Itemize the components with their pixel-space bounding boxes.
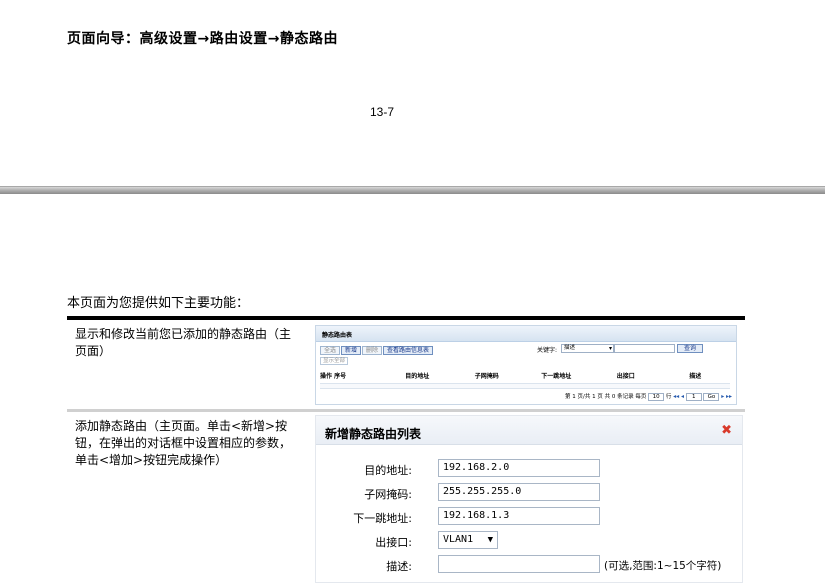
show-all-button[interactable]: 显示全部	[320, 357, 349, 365]
pager-row-label: 行	[665, 394, 672, 400]
last-page-icon[interactable]: ▸▸	[726, 393, 732, 400]
feature-description: 显示和修改当前您已添加的静态路由（主页面）	[75, 327, 292, 358]
out-interface-label: 出接口:	[375, 536, 412, 549]
page-navigation-title: 页面向导：高级设置→路由设置→静态路由	[67, 31, 338, 47]
dialog-title: 新增静态路由列表	[325, 427, 422, 441]
subnet-mask-input[interactable]: 255.255.255.0	[438, 483, 600, 501]
panel-title: 静态路由表	[316, 326, 736, 342]
description-hint: (可选,范围:1~15个字符)	[604, 560, 722, 572]
column-header: 下一跳地址	[541, 373, 572, 380]
destination-input[interactable]: 192.168.2.0	[438, 459, 600, 477]
per-page-input[interactable]: 10	[648, 392, 665, 401]
table-empty-row	[320, 383, 730, 389]
column-header: 目的地址	[405, 373, 430, 380]
column-header: 子网掩码	[474, 373, 499, 380]
keyword-label: 关键字:	[537, 347, 558, 354]
prev-page-icon[interactable]: ◂	[681, 393, 684, 400]
static-route-list-panel: 静态路由表 全选新增删除查看路由信息表 显示全部 关键字: 描述 查询 操作 序…	[315, 325, 737, 405]
feature-row-add: 添加静态路由（主页面。单击<新增>按钮，在弹出的对话框中设置相应的参数，单击<增…	[67, 412, 745, 583]
out-interface-value: VLAN1	[443, 534, 474, 545]
feature-row-list: 显示和修改当前您已添加的静态路由（主页面） 静态路由表 全选 新增 删除 查看路由信息…	[67, 320, 745, 409]
intro-text: 本页面为您提供如下主要功能：	[67, 296, 250, 311]
page-input[interactable]: 1	[685, 392, 702, 401]
description-input[interactable]	[438, 555, 600, 573]
close-icon[interactable]: ✖	[721, 423, 732, 438]
feature-description: 添加静态路由（主页面。单击<新增>按钮，在弹出的对话框中设置相应的参数，单击<增…	[75, 419, 292, 467]
page-number: 13-7	[370, 105, 395, 119]
add-static-route-dialog: 新增静态路由列表 ✖ 目的地址: 192.168.2.0 子网掩码: 255.2…	[315, 415, 743, 583]
pager: 第 1 页/共 1 页 共 0 条记录 每页 10 行 ◂◂ ◂ 1 Go ▸ …	[565, 392, 732, 401]
pager-summary: 第 1 页/共 1 页 共 0 条记录 每页	[565, 394, 647, 400]
first-page-icon[interactable]: ◂◂	[673, 393, 679, 400]
subnet-mask-label: 子网掩码:	[364, 488, 412, 501]
next-page-icon[interactable]: ▸	[721, 393, 724, 400]
select-all-button[interactable]: 全选	[320, 346, 341, 355]
table-header: 操作 序号 目的地址 子网掩码 下一跳地址 出接口 描述	[320, 372, 730, 382]
add-button[interactable]: 新增	[341, 346, 362, 355]
chevron-down-icon: ▼	[487, 535, 493, 545]
out-interface-select[interactable]: VLAN1 ▼	[438, 531, 498, 549]
description-label: 描述:	[386, 560, 412, 573]
keyword-select[interactable]: 描述	[561, 344, 615, 353]
next-hop-input[interactable]: 192.168.1.3	[438, 507, 600, 525]
page-break-divider	[0, 186, 825, 194]
destination-label: 目的地址:	[364, 464, 412, 477]
view-route-table-button[interactable]: 查看路由信息表	[383, 346, 434, 355]
dialog-header: 新增静态路由列表 ✖	[316, 416, 742, 445]
column-header: 描述	[689, 373, 702, 380]
go-button[interactable]: Go	[703, 392, 720, 401]
column-header: 操作 序号	[320, 373, 347, 380]
query-button[interactable]: 查询	[677, 344, 703, 353]
column-header: 出接口	[616, 373, 635, 380]
next-hop-label: 下一跳地址:	[353, 512, 412, 525]
delete-button[interactable]: 删除	[362, 346, 383, 355]
keyword-input[interactable]	[613, 344, 675, 353]
